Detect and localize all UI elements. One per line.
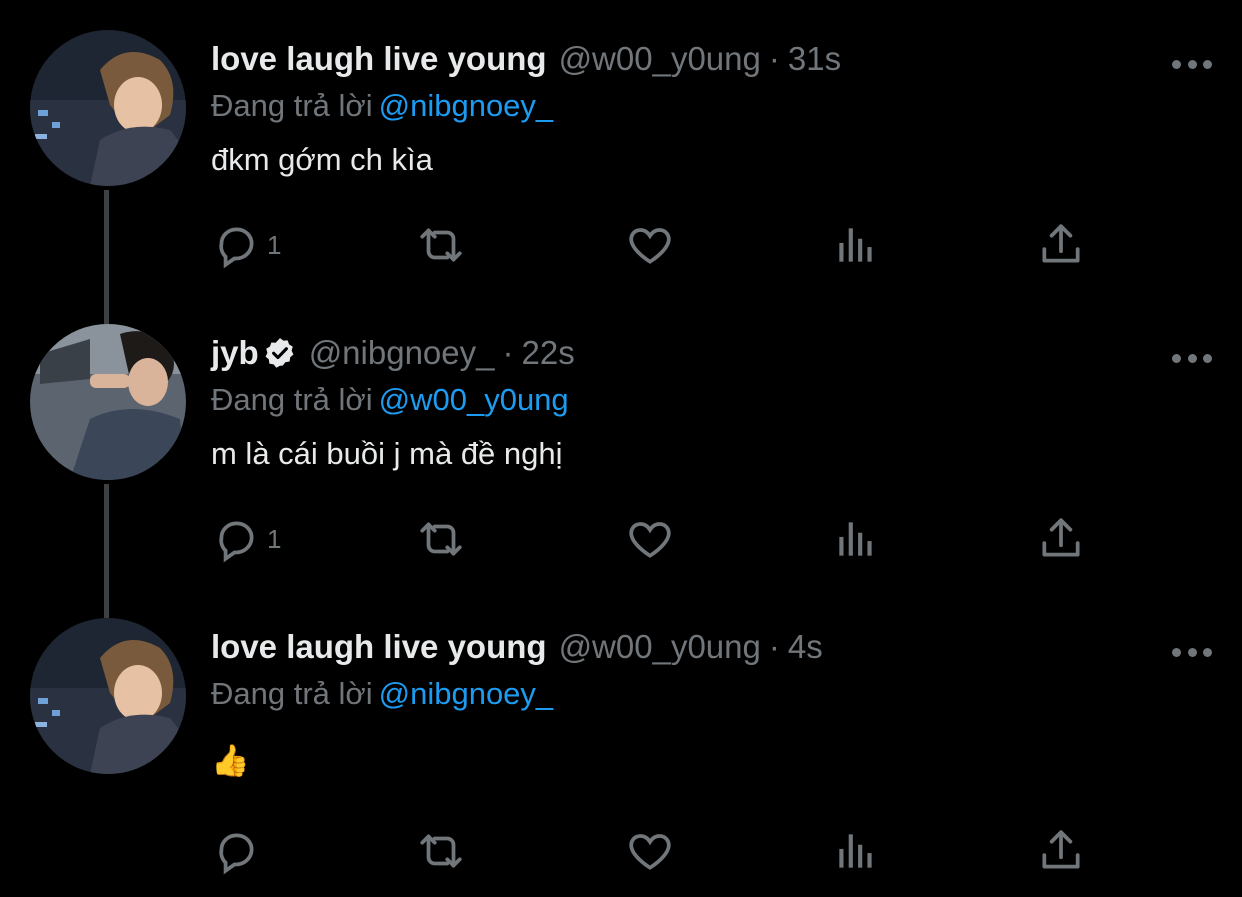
- reply-icon: [219, 833, 254, 875]
- action-bar: 1: [211, 514, 1111, 574]
- avatar[interactable]: [30, 30, 186, 186]
- more-options-icon[interactable]: [1172, 642, 1212, 662]
- views-button[interactable]: [831, 826, 881, 876]
- views-icon: [839, 834, 872, 868]
- share-button[interactable]: [1036, 220, 1086, 270]
- replying-label: Đang trả lời: [211, 676, 373, 711]
- like-button[interactable]: [625, 514, 675, 564]
- separator-dot: ·: [502, 334, 514, 371]
- handle[interactable]: @nibgnoey_: [309, 334, 495, 372]
- more-options-icon[interactable]: [1172, 54, 1212, 74]
- retweet-button[interactable]: [416, 220, 466, 270]
- views-icon: [839, 228, 872, 262]
- reply-count: 1: [267, 229, 282, 260]
- reply-icon: [219, 227, 254, 269]
- handle[interactable]: @w00_y0ung: [559, 40, 761, 78]
- reply-icon: [219, 521, 254, 563]
- views-icon: [839, 522, 872, 556]
- tweet-header: jyb @nibgnoey_ · 22s: [211, 334, 575, 372]
- mention-link[interactable]: @nibgnoey_: [379, 88, 554, 123]
- avatar[interactable]: [30, 618, 186, 774]
- verified-badge-icon: [265, 338, 294, 368]
- like-icon: [629, 834, 671, 870]
- retweet-icon: [420, 228, 462, 262]
- timestamp[interactable]: 31s: [788, 40, 841, 78]
- views-button[interactable]: [831, 514, 881, 564]
- share-icon: [1042, 830, 1080, 869]
- retweet-button[interactable]: [416, 826, 466, 876]
- avatar[interactable]: [30, 324, 186, 480]
- thread-line: [104, 314, 109, 324]
- tweet-header: love laugh live young @w00_y0ung · 31s: [211, 40, 841, 78]
- display-name[interactable]: love laugh live young: [211, 628, 547, 666]
- reply-button[interactable]: 1: [211, 220, 281, 270]
- separator-dot: ·: [768, 40, 780, 77]
- display-name[interactable]: love laugh live young: [211, 40, 547, 78]
- retweet-button[interactable]: [416, 514, 466, 564]
- reply-count: 1: [267, 523, 282, 554]
- share-icon: [1042, 518, 1080, 557]
- replying-label: Đang trả lời: [211, 382, 373, 417]
- tweet[interactable]: jyb @nibgnoey_ · 22s Đang trả lời @w00_y0…: [0, 314, 1242, 614]
- display-name[interactable]: jyb: [211, 334, 259, 372]
- mention-link[interactable]: @w00_y0ung: [379, 382, 569, 417]
- share-button[interactable]: [1036, 514, 1086, 564]
- action-bar: [211, 826, 1111, 886]
- replying-to: Đang trả lời @nibgnoey_: [211, 88, 553, 124]
- like-icon: [629, 228, 671, 264]
- like-icon: [629, 522, 671, 558]
- tweet[interactable]: love laugh live young @w00_y0ung · 4s Đa…: [0, 614, 1242, 897]
- handle[interactable]: @w00_y0ung: [559, 628, 761, 666]
- share-button[interactable]: [1036, 826, 1086, 876]
- tweet-header: love laugh live young @w00_y0ung · 4s: [211, 628, 823, 666]
- mention-link[interactable]: @nibgnoey_: [379, 676, 554, 711]
- views-button[interactable]: [831, 220, 881, 270]
- tweet-text: m là cái buồi j mà đề nghị: [211, 436, 563, 471]
- replying-to: Đang trả lời @nibgnoey_: [211, 676, 553, 712]
- like-button[interactable]: [625, 826, 675, 876]
- timestamp[interactable]: 4s: [788, 628, 823, 666]
- retweet-icon: [420, 834, 462, 868]
- tweet-text: đkm gớm ch kìa: [211, 142, 433, 177]
- action-bar: 1: [211, 220, 1111, 280]
- replying-label: Đang trả lời: [211, 88, 373, 123]
- retweet-icon: [420, 522, 462, 556]
- thread-line: [104, 190, 109, 320]
- tweet[interactable]: love laugh live young @w00_y0ung · 31s Đ…: [0, 30, 1242, 320]
- thread-line: [104, 484, 109, 614]
- replying-to: Đang trả lời @w00_y0ung: [211, 382, 569, 418]
- reply-button[interactable]: 1: [211, 514, 281, 564]
- tweet-text: 👍: [211, 743, 250, 778]
- separator-dot: ·: [768, 628, 780, 665]
- reply-button[interactable]: [211, 826, 267, 876]
- more-options-icon[interactable]: [1172, 348, 1212, 368]
- like-button[interactable]: [625, 220, 675, 270]
- timestamp[interactable]: 22s: [522, 334, 575, 372]
- share-icon: [1042, 224, 1080, 263]
